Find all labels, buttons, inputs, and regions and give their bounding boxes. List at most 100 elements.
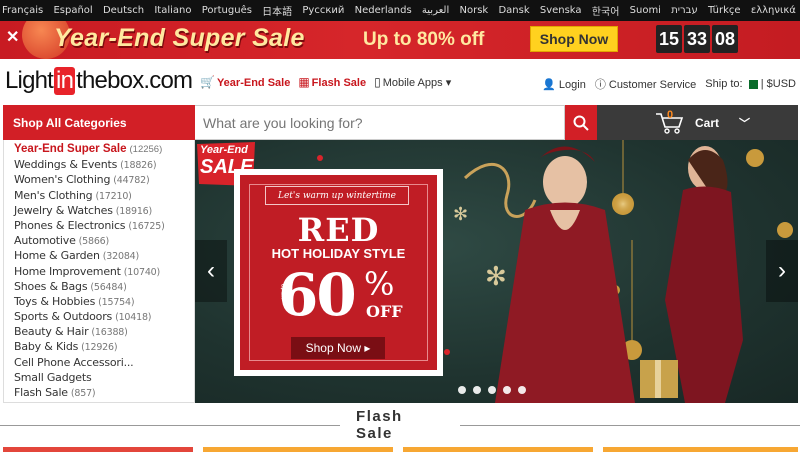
category-count: (18916) <box>115 205 153 217</box>
flash-item-strip <box>603 447 798 452</box>
language-link[interactable]: Nederlands <box>355 5 412 16</box>
language-link[interactable]: العربية <box>422 5 449 16</box>
cart-button[interactable]: 0 Cart ﹀ <box>597 105 798 140</box>
language-link[interactable]: Svenska <box>540 5 582 16</box>
language-link[interactable]: Español <box>53 5 92 16</box>
divider <box>0 424 341 426</box>
logo-text-b: thebox.com <box>76 67 193 94</box>
carousel-dot[interactable] <box>458 386 466 394</box>
carousel-dot[interactable] <box>488 386 496 394</box>
card-tagline: Let's warm up wintertime <box>265 186 409 205</box>
category-item[interactable]: Men's Clothing (17210) <box>14 188 194 203</box>
language-link[interactable]: Français <box>2 5 43 16</box>
carousel-next-button[interactable]: › <box>766 240 798 302</box>
language-link[interactable]: Deutsch <box>103 5 144 16</box>
cart-count: 0 <box>667 109 674 121</box>
shop-all-categories-button[interactable]: Shop All Categories <box>3 105 195 140</box>
category-label: Women's Clothing <box>14 173 111 187</box>
language-link[interactable]: 한국어 <box>592 3 620 18</box>
carousel-prev-button[interactable]: ‹ <box>195 240 227 302</box>
promo-shop-now-button[interactable]: Shop Now <box>530 26 618 52</box>
language-link[interactable]: Türkçe <box>708 5 741 16</box>
category-count: (10418) <box>115 312 152 324</box>
timer-minutes: 33 <box>684 25 710 53</box>
language-link[interactable]: עברית <box>671 5 698 16</box>
category-count: (12926) <box>81 342 118 354</box>
category-label: Men's Clothing <box>14 188 93 202</box>
badge-top-text: Year-End <box>200 144 248 156</box>
promo-card: Let's warm up wintertime RED HOT HOLIDAY… <box>240 175 437 370</box>
language-link[interactable]: Italiano <box>154 5 191 16</box>
category-item[interactable]: Automotive (5866) <box>14 233 194 248</box>
close-icon[interactable]: ✕ <box>6 27 19 47</box>
search-button[interactable] <box>565 105 597 140</box>
language-link[interactable]: Suomi <box>630 5 661 16</box>
category-label: Baby & Kids <box>14 340 79 354</box>
category-count: (32084) <box>102 251 140 263</box>
category-item[interactable]: Toys & Hobbies (15754) <box>14 294 194 309</box>
card-off: OFF <box>366 302 403 321</box>
category-count: (12256) <box>129 144 163 155</box>
card-subhead: HOT HOLIDAY STYLE <box>271 246 406 261</box>
category-item[interactable]: Cell Phone Accessori... <box>14 355 194 370</box>
promo-title: Year-End Super Sale <box>54 24 305 52</box>
card-discount: 60 <box>278 261 357 329</box>
category-item[interactable]: Baby & Kids (12926) <box>14 339 194 354</box>
category-label: Jewelry & Watches <box>14 203 113 217</box>
language-link[interactable]: Dansk <box>498 5 529 16</box>
promo-banner[interactable]: ✕ Year-End Super Sale Up to 80% off Shop… <box>0 21 800 59</box>
category-item[interactable]: Phones & Electronics (16725) <box>14 218 194 233</box>
language-link[interactable]: 日本語 <box>262 3 292 18</box>
card-percent: % <box>364 265 395 303</box>
category-item[interactable]: Sports & Outdoors (10418) <box>14 309 194 324</box>
timer-seconds: 08 <box>712 25 738 53</box>
category-item[interactable]: Home & Garden (32084) <box>14 248 194 263</box>
ship-to-selector[interactable]: Ship to: | $USD <box>705 78 796 90</box>
customer-service-link[interactable]: ⓘ Customer Service <box>595 76 696 92</box>
timer-hours: 15 <box>656 25 682 53</box>
card-shop-now-button[interactable]: Shop Now ▸ <box>291 337 385 359</box>
category-label: Automotive <box>14 234 76 248</box>
login-link[interactable]: 👤 Login <box>542 78 586 91</box>
language-link[interactable]: Português <box>202 5 252 16</box>
chevron-down-icon: ▾ <box>442 77 452 89</box>
category-label: Cell Phone Accessori... <box>14 355 134 369</box>
category-label: Toys & Hobbies <box>14 294 96 308</box>
category-count: (10740) <box>123 266 161 278</box>
category-item[interactable]: Flash Sale (857) <box>14 385 194 400</box>
category-label: Beauty & Hair <box>14 325 89 339</box>
category-item[interactable]: Home Improvement (10740) <box>14 264 194 279</box>
logo-text-a: Light <box>5 67 54 94</box>
category-item[interactable]: Beauty & Hair (16388) <box>14 324 194 339</box>
category-item[interactable]: Women's Clothing (44782) <box>14 172 194 187</box>
category-count: (17210) <box>95 190 132 202</box>
category-count: (16388) <box>91 327 128 339</box>
category-label: Weddings & Events <box>14 158 118 172</box>
svg-text:✻: ✻ <box>485 261 507 291</box>
user-icon: 👤 <box>542 78 556 91</box>
nav-flash-sale[interactable]: ▦ Flash Sale <box>298 75 366 89</box>
category-count: (44782) <box>113 175 150 187</box>
carousel-dot[interactable] <box>503 386 511 394</box>
category-item[interactable]: Weddings & Events (18826) <box>14 157 194 172</box>
language-link[interactable]: ελληνικά <box>751 5 796 16</box>
promo-discount-text: Up to 80% off <box>363 29 485 50</box>
gift-icon: ▦ <box>298 75 310 89</box>
language-bar: Français Español Deutsch Italiano Português 日… <box>0 0 800 21</box>
language-link[interactable]: Русский <box>302 5 344 16</box>
hero-banner[interactable]: ✻ ✻ ✻ Year-End SALE Let's warm up winter… <box>195 140 798 403</box>
carousel-dot[interactable] <box>473 386 481 394</box>
nav-mobile-apps[interactable]: ▯ Mobile Apps ▾ <box>374 75 451 89</box>
category-count: (857) <box>70 388 96 399</box>
category-item[interactable]: Year-End Super Sale (12256) <box>14 142 194 157</box>
nav-year-end-sale[interactable]: 🛒 Year-End Sale <box>200 75 290 89</box>
category-item[interactable]: Jewelry & Watches (18916) <box>14 203 194 218</box>
category-item[interactable]: Small Gadgets <box>14 370 194 385</box>
category-item[interactable]: Shoes & Bags (56484) <box>14 279 194 294</box>
category-label: Year-End Super Sale <box>14 143 127 155</box>
search-input[interactable] <box>195 105 565 140</box>
flash-item-strip <box>403 447 593 452</box>
language-link[interactable]: Norsk <box>459 5 488 16</box>
carousel-dot[interactable] <box>518 386 526 394</box>
site-logo[interactable]: Light in thebox.com <box>5 67 193 95</box>
